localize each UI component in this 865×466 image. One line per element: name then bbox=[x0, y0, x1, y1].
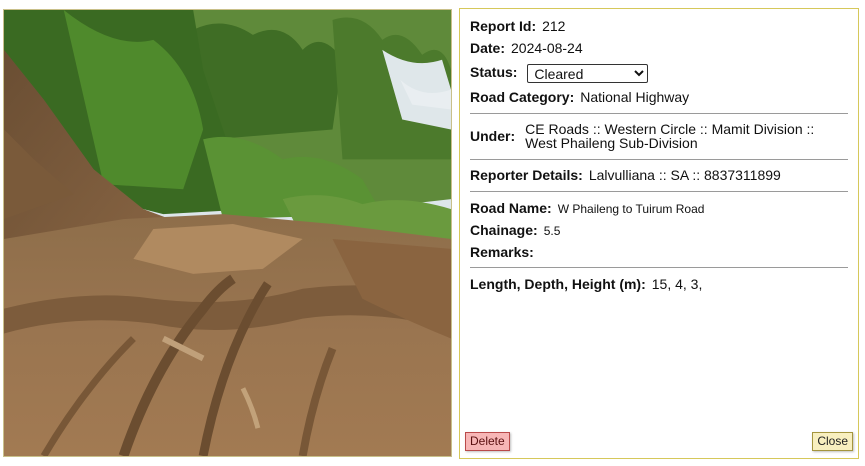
report-id-label: Report Id: bbox=[470, 18, 537, 34]
reporter-row: Reporter Details: Lalvulliana :: SA :: 88… bbox=[470, 167, 848, 183]
divider bbox=[470, 191, 848, 192]
delete-button[interactable]: Delete bbox=[465, 432, 510, 451]
reporter-label: Reporter Details: bbox=[470, 167, 583, 183]
road-category-label: Road Category: bbox=[470, 89, 575, 105]
reporter-value: Lalvulliana :: SA :: 8837311899 bbox=[588, 167, 781, 183]
dimensions-row: Length, Depth, Height (m): 15, 4, 3, bbox=[470, 276, 848, 292]
road-name-value: W Phaileng to Tuirum Road bbox=[557, 202, 705, 216]
chainage-label: Chainage: bbox=[470, 222, 538, 238]
dimensions-label: Length, Depth, Height (m): bbox=[470, 276, 646, 292]
road-category-row: Road Category: National Highway bbox=[470, 89, 848, 105]
remarks-row: Remarks: bbox=[470, 244, 848, 260]
remarks-label: Remarks: bbox=[470, 244, 534, 260]
road-name-row: Road Name: W Phaileng to Tuirum Road bbox=[470, 200, 848, 217]
dimensions-value: 15, 4, 3, bbox=[651, 276, 703, 292]
date-label: Date: bbox=[470, 40, 506, 56]
chainage-row: Chainage: 5.5 bbox=[470, 222, 848, 239]
report-id-value: 212 bbox=[542, 18, 566, 34]
report-details-panel: Report Id: 212 Date: 2024-08-24 Status: Cl… bbox=[459, 8, 859, 459]
chainage-value: 5.5 bbox=[543, 224, 561, 238]
landslide-photo-image bbox=[4, 10, 451, 456]
road-category-value: National Highway bbox=[580, 89, 690, 105]
divider bbox=[470, 113, 848, 114]
under-label: Under: bbox=[470, 128, 516, 144]
divider bbox=[470, 267, 848, 268]
date-row: Date: 2024-08-24 bbox=[470, 40, 848, 56]
status-label: Status: bbox=[470, 64, 518, 81]
date-value: 2024-08-24 bbox=[511, 40, 583, 56]
status-select[interactable]: Cleared bbox=[527, 64, 649, 83]
divider bbox=[470, 159, 848, 160]
report-id-row: Report Id: 212 bbox=[470, 18, 848, 34]
under-value: CE Roads :: Western Circle :: Mamit Divi… bbox=[525, 121, 815, 151]
landslide-photo bbox=[3, 9, 452, 457]
road-name-label: Road Name: bbox=[470, 200, 552, 216]
status-row: Status: Cleared bbox=[470, 64, 848, 83]
close-button[interactable]: Close bbox=[812, 432, 853, 451]
under-row: Under: CE Roads :: Western Circle :: Mami… bbox=[470, 122, 848, 150]
